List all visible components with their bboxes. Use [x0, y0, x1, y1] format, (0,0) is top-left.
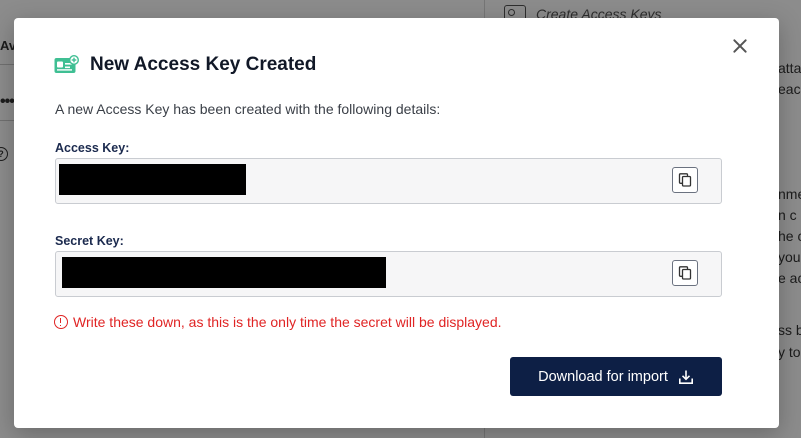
- download-for-import-button[interactable]: Download for import: [510, 357, 722, 396]
- copy-secret-key-button[interactable]: [672, 260, 698, 286]
- copy-icon: [678, 173, 692, 187]
- secret-key-value-redacted[interactable]: [62, 257, 386, 288]
- access-key-field[interactable]: [55, 158, 722, 204]
- access-key-card-icon: [54, 55, 79, 73]
- access-key-created-dialog: New Access Key Created A new Access Key …: [14, 18, 779, 428]
- dialog-header: New Access Key Created: [54, 54, 316, 76]
- download-button-label: Download for import: [538, 368, 668, 385]
- secret-warning: Write these down, as this is the only ti…: [54, 314, 502, 330]
- close-icon[interactable]: [730, 36, 750, 56]
- secret-key-label: Secret Key:: [55, 234, 124, 248]
- download-icon: [678, 370, 693, 384]
- copy-icon: [678, 266, 692, 280]
- dialog-title: New Access Key Created: [90, 54, 317, 75]
- access-key-label: Access Key:: [55, 141, 130, 155]
- dialog-description: A new Access Key has been created with t…: [55, 101, 441, 117]
- alert-circle-icon: [54, 315, 68, 329]
- secret-key-field[interactable]: [55, 251, 722, 297]
- warning-text: Write these down, as this is the only ti…: [73, 314, 502, 330]
- copy-access-key-button[interactable]: [672, 167, 698, 193]
- access-key-value-redacted[interactable]: [59, 164, 246, 195]
